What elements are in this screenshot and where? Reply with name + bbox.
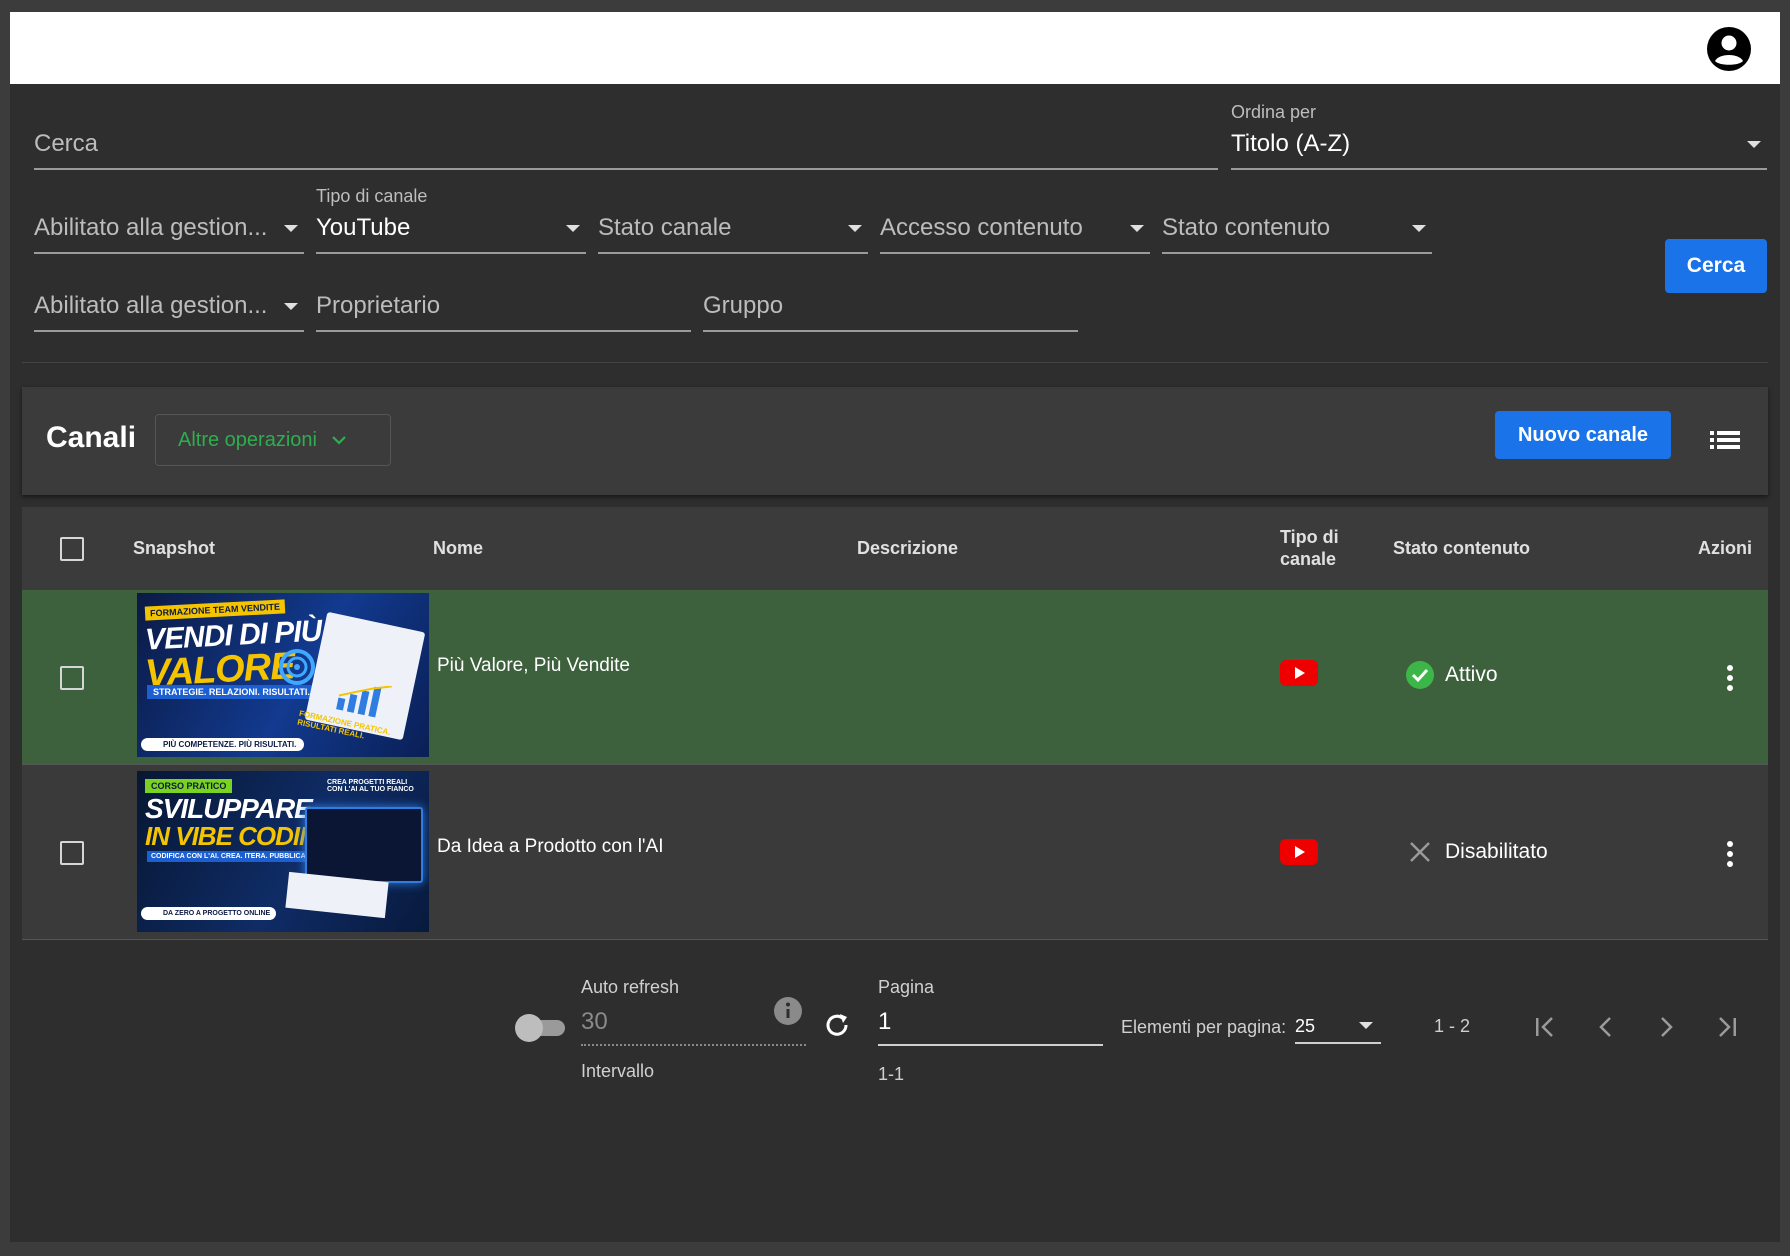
auto-refresh-label: Auto refresh [581,977,680,997]
per-page-value: 25 [1295,1016,1316,1036]
column-content-state[interactable]: Stato contenuto [1393,538,1530,559]
divider [22,362,1768,363]
chevron-down-icon [284,303,298,310]
owner-placeholder: Proprietario [316,292,441,319]
channel-type-label: Tipo di canale [316,186,428,206]
snapshot-thumbnail: FORMAZIONE TEAM VENDITE VENDI DI PIÙ VAL… [137,593,429,757]
auto-refresh-toggle[interactable] [515,1014,565,1042]
more-operations-button[interactable]: Altre operazioni [155,414,391,466]
chevron-down-icon [566,225,580,232]
page-input[interactable]: 1 [878,1002,1103,1046]
column-description[interactable]: Descrizione [857,538,958,559]
column-name[interactable]: Nome [433,538,483,559]
column-snapshot[interactable]: Snapshot [133,538,215,559]
chevron-down-icon [332,436,346,445]
chevron-down-icon [1359,1022,1373,1029]
info-icon[interactable] [773,996,803,1026]
chevron-down-icon [1130,225,1144,232]
page-range: 1-1 [878,1064,905,1084]
content-access-placeholder: Accesso contenuto [880,214,1083,241]
channel-state-placeholder: Stato canale [598,214,732,241]
row-checkbox[interactable] [60,666,84,690]
content-access-select[interactable]: Accesso contenuto [880,196,1150,254]
thumb-sub: CODIFICA CON L'AI. CREA. ITERA. PUBBLICA… [147,851,312,862]
refresh-icon[interactable] [822,1010,852,1040]
chevron-down-icon [1412,225,1426,232]
status-text: Attivo [1445,663,1498,686]
sort-label: Ordina per [1231,102,1317,122]
panel-title: Canali [46,421,137,454]
column-type[interactable]: Tipo di canale [1280,526,1350,570]
page-value: 1 [878,1008,892,1035]
content-state-select[interactable]: Stato contenuto [1162,196,1432,254]
managed-select-2[interactable]: Abilitato alla gestion... [34,274,304,332]
target-icon [279,649,315,685]
page-label: Pagina [878,977,935,997]
thumb-foot: DA ZERO A PROGETTO ONLINE [141,907,277,920]
app-window: Cerca Ordina per Titolo (A-Z) Abilitato … [10,12,1780,1242]
row-actions-menu-icon[interactable] [1726,665,1734,691]
more-operations-label: Altre operazioni [178,428,317,451]
account-circle-icon[interactable] [1706,26,1752,72]
snapshot-thumbnail: CORSO PRATICO SVILUPPARE IN VIBE CODING … [137,771,429,932]
chevron-down-icon [284,225,298,232]
status-badge: Disabilitato [1405,837,1548,867]
row-checkbox[interactable] [60,841,84,865]
channels-toolbar: Canali Altre operazioni Nuovo canale [22,387,1768,495]
table-row[interactable]: CORSO PRATICO SVILUPPARE IN VIBE CODING … [22,765,1768,940]
search-input[interactable]: Cerca [34,112,1218,170]
last-page-icon[interactable] [1712,1013,1740,1041]
chevron-down-icon [1747,141,1761,148]
channel-state-select[interactable]: Stato canale [598,196,868,254]
search-placeholder: Cerca [34,130,99,157]
new-channel-button[interactable]: Nuovo canale [1495,411,1671,459]
status-badge: Attivo [1405,660,1498,690]
owner-input[interactable]: Proprietario [316,274,691,332]
interval-value: 30 [581,1008,608,1035]
list-view-icon[interactable] [1710,429,1740,451]
managed-placeholder-1: Abilitato alla gestion... [34,214,268,241]
close-icon [1410,842,1430,862]
select-all-checkbox[interactable] [60,537,84,561]
youtube-icon [1280,839,1318,865]
channel-type-value: YouTube [316,214,411,241]
content-state-placeholder: Stato contenuto [1162,214,1331,241]
sort-select[interactable]: Ordina per Titolo (A-Z) [1231,102,1767,170]
thumb-laptop [305,807,423,883]
first-page-icon[interactable] [1532,1013,1560,1041]
row-actions-menu-icon[interactable] [1726,841,1734,867]
youtube-icon [1280,660,1318,686]
channel-type-select[interactable]: Tipo di canale YouTube [316,186,586,254]
items-range: 1 - 2 [1434,1016,1471,1036]
search-button[interactable]: Cerca [1665,239,1767,293]
managed-select-1[interactable]: Abilitato alla gestion... [34,196,304,254]
thumb-tag: CORSO PRATICO [145,779,233,793]
thumb-side: CREA PROGETTI REALI CON L'AI AL TUO FIAN… [327,779,414,793]
group-placeholder: Gruppo [703,292,784,319]
thumb-sub: STRATEGIE. RELAZIONI. RISULTATI. [147,685,316,699]
interval-label: Intervallo [581,1061,655,1081]
managed-placeholder-2: Abilitato alla gestion... [34,292,268,319]
column-actions: Azioni [1698,538,1752,558]
channel-name: Da Idea a Prodotto con l'AI [437,836,664,857]
status-text: Disabilitato [1445,840,1548,863]
per-page-label: Elementi per pagina: [1121,1017,1287,1037]
table-header: Snapshot Nome Descrizione Tipo di canale… [22,507,1768,590]
check-circle-icon [1406,661,1434,689]
thumb-foot: PIÙ COMPETENZE. PIÙ RISULTATI. [141,738,305,751]
chevron-down-icon [848,225,862,232]
next-page-icon[interactable] [1652,1013,1680,1041]
sort-value: Titolo (A-Z) [1231,130,1351,157]
previous-page-icon[interactable] [1592,1013,1620,1041]
channel-name: Più Valore, Più Vendite [437,655,630,676]
channels-table: Snapshot Nome Descrizione Tipo di canale… [22,507,1768,940]
group-input[interactable]: Gruppo [703,274,1078,332]
table-row[interactable]: FORMAZIONE TEAM VENDITE VENDI DI PIÙ VAL… [22,590,1768,765]
top-bar [10,12,1780,84]
per-page-select[interactable]: 25 [1295,1010,1381,1044]
